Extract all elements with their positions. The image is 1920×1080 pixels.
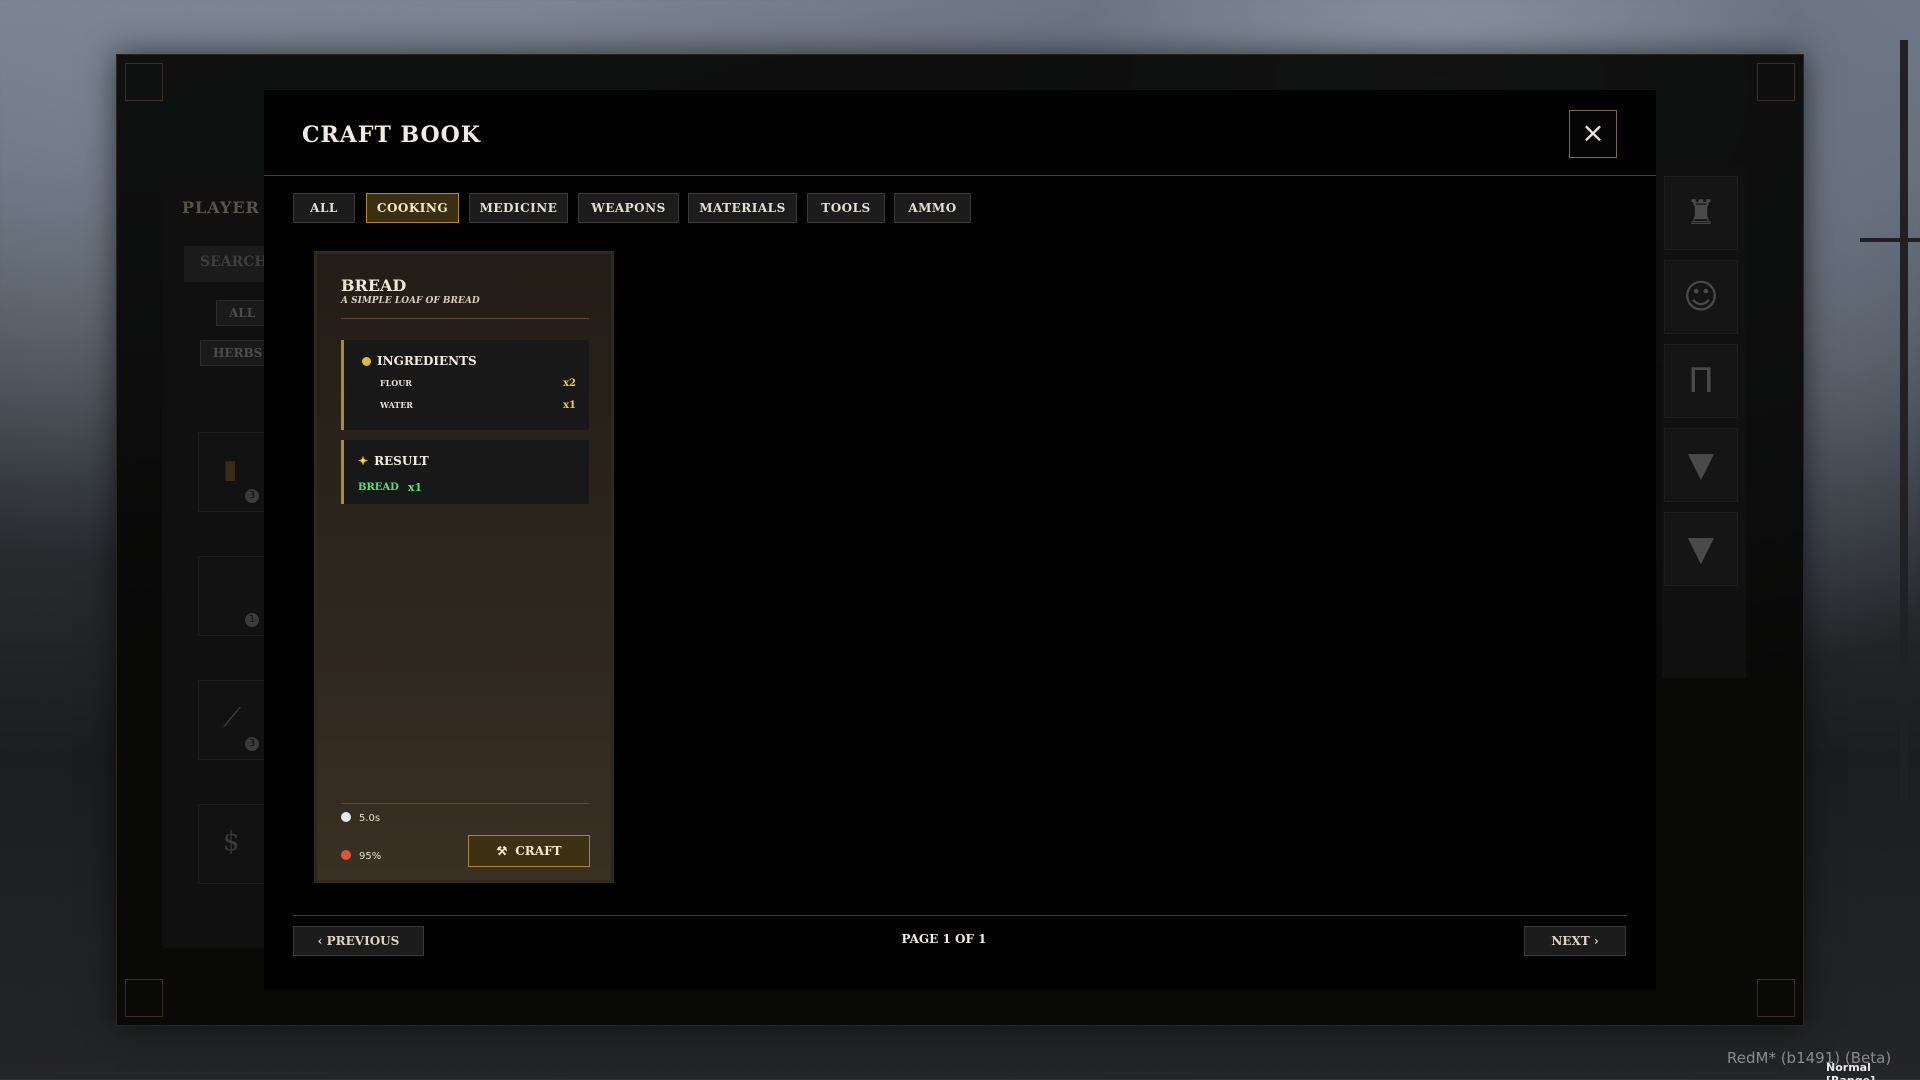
inventory-slot[interactable]: $ [198, 804, 268, 884]
header-divider [264, 175, 1656, 176]
frame-corner [1757, 979, 1795, 1017]
ingredient-qty: x2 [563, 378, 576, 389]
modal-title: CRAFT BOOK [302, 122, 481, 148]
result-title: ✦ RESULT [358, 454, 429, 468]
inventory-slot[interactable]: 1 [198, 556, 268, 636]
stopwatch-icon [341, 812, 351, 822]
page-indicator: PAGE 1 OF 1 [901, 932, 987, 946]
result-name: BREAD [358, 482, 399, 493]
frame-corner [1757, 63, 1795, 101]
slot-count: 1 [245, 613, 259, 627]
close-button[interactable]: × [1569, 110, 1617, 158]
build-mode: Normal [Range] [1826, 1061, 1875, 1080]
ingredients-title-text: INGREDIENTS [377, 354, 477, 368]
craft-time: 5.0s [341, 812, 380, 824]
ingredient-qty: x1 [563, 400, 576, 411]
inventory-title: PLAYER [182, 198, 260, 217]
scenery-crossbar [1860, 238, 1920, 242]
slot-count: 3 [245, 489, 259, 503]
inventory-search[interactable]: SEARCH [184, 246, 274, 282]
ingredients-icon [362, 357, 371, 366]
knife-icon: ⟋ [223, 703, 242, 733]
craft-button[interactable]: ⚒ CRAFT [468, 835, 590, 867]
inventory-chip-all[interactable]: ALL [216, 300, 269, 326]
success-chance: 95% [341, 850, 381, 862]
recipe-name: BREAD [341, 276, 407, 295]
tab-all[interactable]: ALL [293, 193, 355, 223]
inventory-slot[interactable]: ⟋ 3 [198, 680, 268, 760]
slot-count: 3 [245, 737, 259, 751]
tab-cooking[interactable]: COOKING [366, 193, 459, 223]
money-bag-icon: $ [223, 827, 240, 857]
result-qty: x1 [408, 481, 423, 494]
success-value: 95% [359, 851, 382, 862]
result-box: ✦ RESULT BREAD x1 [341, 440, 589, 504]
recipe-card[interactable]: BREAD A SIMPLE LOAF OF BREAD INGREDIENTS… [314, 251, 614, 883]
scenery-pole [1900, 40, 1908, 800]
tab-materials[interactable]: MATERIALS [688, 193, 797, 223]
pants-icon[interactable]: Π [1664, 344, 1738, 418]
ingredient-name: WATER [380, 400, 413, 410]
ingredient-row: FLOUR x2 [380, 378, 576, 389]
previous-button[interactable]: ‹ PREVIOUS [293, 926, 424, 956]
next-button[interactable]: NEXT › [1524, 926, 1626, 956]
result-title-text: RESULT [374, 454, 429, 468]
divider [341, 803, 589, 804]
ingredients-title: INGREDIENTS [362, 354, 477, 368]
frame-corner [125, 63, 163, 101]
coat-icon[interactable]: ♜ [1664, 176, 1738, 250]
craft-book-modal: CRAFT BOOK × ALL COOKING MEDICINE WEAPON… [264, 90, 1656, 990]
close-icon: × [1581, 116, 1605, 149]
ingredient-name: FLOUR [380, 378, 412, 388]
frame-corner [125, 979, 163, 1017]
tie-icon[interactable]: ▼ [1664, 512, 1738, 586]
target-icon [341, 850, 351, 860]
divider [341, 318, 589, 319]
tab-ammo[interactable]: AMMO [894, 193, 971, 223]
tab-tools[interactable]: TOOLS [807, 193, 885, 223]
sparkle-icon: ✦ [358, 454, 369, 468]
recipe-description: A SIMPLE LOAF OF BREAD [341, 296, 480, 306]
tab-weapons[interactable]: WEAPONS [578, 193, 679, 223]
craft-time-value: 5.0s [359, 813, 381, 824]
footer-divider [293, 915, 1627, 916]
ingredients-box: INGREDIENTS FLOUR x2 WATER x1 [341, 340, 589, 430]
door-icon: ▮ [223, 455, 238, 485]
craft-button-label: CRAFT [515, 844, 562, 858]
ingredient-row: WATER x1 [380, 400, 576, 411]
tie-icon[interactable]: ▼ [1664, 428, 1738, 502]
hammer-icon: ⚒ [496, 844, 508, 858]
mask-icon[interactable]: ☺ [1664, 260, 1738, 334]
tab-medicine[interactable]: MEDICINE [469, 193, 568, 223]
inventory-slot[interactable]: ▮ 3 [198, 432, 268, 512]
